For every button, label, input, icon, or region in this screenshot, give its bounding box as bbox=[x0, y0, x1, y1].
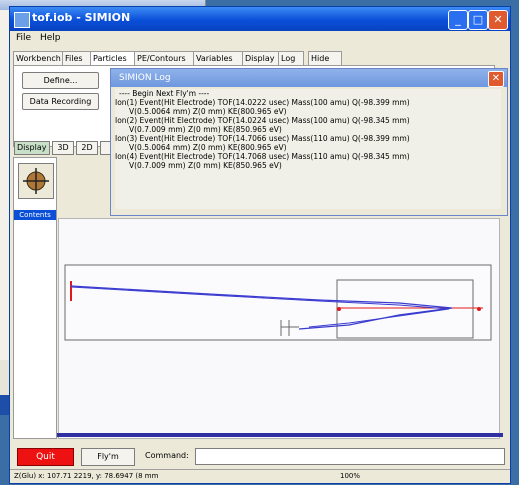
reflector-end-point bbox=[477, 307, 481, 311]
log-line: V(0.5.0064 mm) Z(0 mm) KE(800.965 eV) bbox=[129, 107, 287, 116]
log-title-bar[interactable]: SIMION Log ✕ bbox=[111, 69, 507, 87]
log-text-area[interactable]: ---- Begin Next Fly'm ---- Ion(1) Event(… bbox=[115, 89, 501, 209]
workbench-view[interactable] bbox=[58, 218, 500, 439]
log-line: ---- Begin Next Fly'm ---- bbox=[119, 89, 210, 98]
reflector-entry-point bbox=[337, 307, 341, 311]
view-bottom-scrollbar[interactable] bbox=[57, 433, 503, 437]
ion-gun-icon bbox=[23, 168, 49, 194]
log-line: Ion(3) Event(Hit Electrode) TOF(14.7066 … bbox=[115, 134, 410, 143]
view-2d-button[interactable]: 2D bbox=[76, 141, 98, 155]
left-thumbnail-panel: Contents bbox=[13, 157, 57, 439]
ion-gun-thumbnail[interactable] bbox=[18, 163, 54, 199]
tab-hide[interactable]: Hide bbox=[308, 51, 342, 66]
outer-electrode bbox=[64, 264, 492, 341]
maximize-button[interactable]: □ bbox=[468, 10, 488, 30]
menu-bar: File Help bbox=[10, 31, 510, 46]
app-icon bbox=[14, 12, 30, 28]
close-button[interactable]: ✕ bbox=[488, 10, 508, 30]
tab-bar: Workbench Files Particles PE/Contours Va… bbox=[10, 51, 510, 66]
log-line: V(0.7.009 mm) Z(0 mm) KE(850.965 eV) bbox=[129, 125, 282, 134]
log-line: V(0.7.009 mm) Z(0 mm) KE(850.965 eV) bbox=[129, 161, 282, 170]
minimize-button[interactable]: _ bbox=[448, 10, 468, 30]
window-title: tof.iob - SIMION bbox=[32, 11, 131, 24]
fly-button[interactable]: Fly'm bbox=[81, 448, 135, 466]
display-label: Display bbox=[14, 141, 50, 155]
command-label: Command: bbox=[145, 451, 189, 460]
log-line: Ion(1) Event(Hit Electrode) TOF(14.0222 … bbox=[115, 98, 410, 107]
simion-log-window: SIMION Log ✕ ---- Begin Next Fly'm ---- … bbox=[110, 68, 508, 216]
log-line: Ion(2) Event(Hit Electrode) TOF(14.0224 … bbox=[115, 116, 410, 125]
log-line: Ion(4) Event(Hit Electrode) TOF(14.7068 … bbox=[115, 152, 410, 161]
display-bar: Display 3D 2D bbox=[14, 141, 124, 155]
define-button[interactable]: Define... bbox=[22, 72, 99, 89]
tab-variables[interactable]: Variables bbox=[193, 51, 244, 66]
tab-log[interactable]: Log bbox=[278, 51, 304, 66]
log-title: SIMION Log bbox=[119, 73, 171, 83]
tab-files[interactable]: Files bbox=[62, 51, 93, 66]
tab-workbench[interactable]: Workbench bbox=[13, 51, 64, 66]
status-bar: Z(Glu) x: 107.71 2219, y: 78.6947 (8 mm … bbox=[10, 469, 510, 484]
status-coordinates: Z(Glu) x: 107.71 2219, y: 78.6947 (8 mm bbox=[14, 472, 159, 480]
menu-help[interactable]: Help bbox=[40, 33, 61, 43]
command-input[interactable] bbox=[195, 448, 505, 465]
view-3d-button[interactable]: 3D bbox=[52, 141, 74, 155]
tab-pe-contours[interactable]: PE/Contours bbox=[134, 51, 195, 66]
log-close-button[interactable]: ✕ bbox=[488, 71, 504, 87]
tab-particles[interactable]: Particles bbox=[90, 51, 136, 66]
title-bar[interactable]: tof.iob - SIMION _ □ ✕ bbox=[10, 7, 510, 31]
log-line: V(0.5.0064 mm) Z(0 mm) KE(800.965 eV) bbox=[129, 143, 287, 152]
menu-file[interactable]: File bbox=[16, 33, 31, 43]
thumbnail-label: Contents bbox=[14, 210, 56, 220]
tab-display[interactable]: Display bbox=[242, 51, 280, 66]
data-recording-button[interactable]: Data Recording bbox=[22, 93, 99, 110]
status-zoom: 100% bbox=[340, 472, 361, 480]
quit-button[interactable]: Quit bbox=[17, 448, 74, 466]
trajectory-canvas[interactable] bbox=[59, 219, 499, 438]
command-row: Quit Fly'm Command: bbox=[10, 445, 510, 467]
